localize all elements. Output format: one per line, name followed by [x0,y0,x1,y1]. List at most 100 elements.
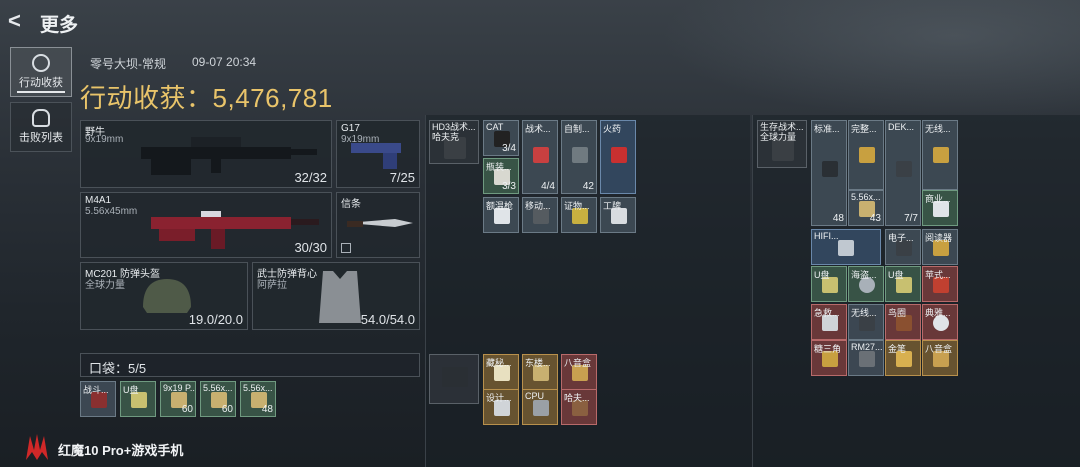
bag-slot[interactable]: 生存战术... 全球力量 [757,120,807,168]
item-name: 完整... [851,124,877,134]
backpack-item[interactable]: 八音盒 [561,354,597,390]
armor-faction: 阿萨拉 [257,280,287,291]
rig-item[interactable]: 移动... [522,197,558,233]
item-name: U盘 [888,270,904,280]
item-name: CAT [486,122,504,132]
primary-weapon-slot[interactable]: 野牛 9x19mm 32/32 [80,120,332,188]
rig-item[interactable]: 火药 [600,120,636,194]
rig-item[interactable]: 额温枪 [483,197,519,233]
pistol-slot[interactable]: G17 9x19mm 7/25 [336,120,420,188]
bag-item[interactable]: 无线... [848,304,884,340]
bag-item[interactable]: 典雅... [922,304,958,340]
bag-item[interactable]: 金笔 [885,340,921,376]
background-scenery [660,0,1080,120]
pocket-capacity: 口袋：5/5 [89,358,146,377]
bag-item[interactable]: 海盗... [848,266,884,302]
bag-item[interactable]: 急救... [811,304,847,340]
item-name: 9x19 P... [163,383,196,393]
item-name: 急救... [814,308,840,318]
item-name: 战斗... [83,385,109,395]
bag-item[interactable]: U盘 [811,266,847,302]
bag-item[interactable]: 商业... [922,190,958,226]
pocket-item[interactable]: 9x19 P... 60 [160,381,196,417]
pocket-header: 口袋：5/5 [80,353,420,377]
item-name: 移动... [525,201,551,211]
bag-item[interactable]: 八音盒 [922,340,958,376]
bag-item[interactable]: 无线... [922,120,958,190]
secondary-weapon-slot[interactable]: M4A1 5.56x45mm 30/30 [80,192,332,258]
item-name: 战术... [525,124,551,134]
rig-item[interactable]: 自制... 42 [561,120,597,194]
backpack-item[interactable]: 藏秘... [483,354,519,390]
pocket-item[interactable]: 5.56x... FM... 60 [200,381,236,417]
item-name: 5.56x... FM... [243,383,275,393]
item-name: 八音盒 [925,344,953,354]
rig-item[interactable]: CAT 3/4 [483,120,519,156]
item-name: 电子... [888,233,914,243]
device-icon [896,161,912,177]
item-name: 无线... [925,124,951,134]
ammo-count: 30/30 [294,240,327,255]
item-count: 48 [261,404,273,415]
pocket-item[interactable]: 战斗... [80,381,116,417]
bag-item[interactable]: 鸟圈 [885,304,921,340]
item-name: DEK... [888,122,915,132]
page-title: 更多 [40,15,79,36]
weapon-caliber: 5.56x45mm [85,206,138,217]
pocket-item[interactable]: U盘 [120,381,156,417]
circuit-icon [838,240,854,256]
backpack-item[interactable]: 东楼... [522,354,558,390]
item-name: RM27... [851,342,883,352]
durability: 19.0/20.0 [188,312,243,327]
bag-item[interactable]: 完整... [848,120,884,190]
bag-item[interactable]: 糖三角 [811,340,847,376]
rig-item[interactable]: 证物... [561,197,597,233]
item-name: 5.56x... M855 [851,192,883,202]
item-count: 3/3 [502,181,516,192]
rig-item[interactable]: 战术... 4/4 [522,120,558,194]
item-name: 无线... [851,308,877,318]
bag-item[interactable]: 标准... 48 [811,120,847,226]
smg-icon [141,137,317,175]
bag-item[interactable]: 5.56x... M855 43 [848,190,884,226]
gunpowder-icon [611,147,627,163]
weapon-name: G17 [341,123,360,134]
backpack-item[interactable]: CPU [522,389,558,425]
rig-item[interactable]: 工牌 [600,197,636,233]
pocket-label: 口袋： [89,361,129,376]
backpack-item[interactable]: 哈夫... [561,389,597,425]
helmet-slot[interactable]: MC201 防弹头盔 全球力量 19.0/20.0 [80,262,248,330]
bag-item[interactable]: RM27... [848,340,884,376]
bag-item[interactable]: HIFI... [811,229,881,265]
item-name: 糖三角 [814,344,842,354]
item-name: 哈夫... [564,393,590,403]
knife-slot[interactable]: 信条 [336,192,420,258]
item-count: 7/7 [904,213,918,224]
chest-rig-slot[interactable]: HD3战术... 哈夫克 [429,120,479,164]
back-arrow-icon[interactable]: < [8,10,32,34]
backpack-item[interactable]: 设计... [483,389,519,425]
backpack-slot[interactable] [429,354,479,404]
tab-operation-harvest[interactable]: 行动收获 [10,47,72,97]
harvest-value: 5,476,781 [212,83,333,113]
bag-item[interactable]: 电子... [885,229,921,265]
bag-item[interactable]: 阅读器 [922,229,958,265]
armor-plate-icon [572,147,588,163]
item-name: 标准... [814,124,840,134]
bag-item[interactable]: 苹式... [922,266,958,302]
item-name: 海盗... [851,270,877,280]
item-name: 证物... [564,201,590,211]
item-count: 42 [582,181,594,192]
item-name: U盘 [123,385,139,395]
rig-item[interactable]: 瓶装... 3/3 [483,158,519,194]
armor-slot[interactable]: 武士防弹背心 阿萨拉 54.0/54.0 [252,262,420,330]
target-icon [32,54,50,72]
pocket-item[interactable]: 5.56x... FM... 48 [240,381,276,417]
item-name: 藏秘... [486,358,512,368]
pocket-value: 5/5 [128,361,147,376]
tab-kill-list[interactable]: 击败列表 [10,102,72,152]
medkit-icon [533,147,549,163]
item-count: 4/4 [541,181,555,192]
bag-item[interactable]: DEK... 7/7 [885,120,921,226]
bag-item[interactable]: U盘 [885,266,921,302]
